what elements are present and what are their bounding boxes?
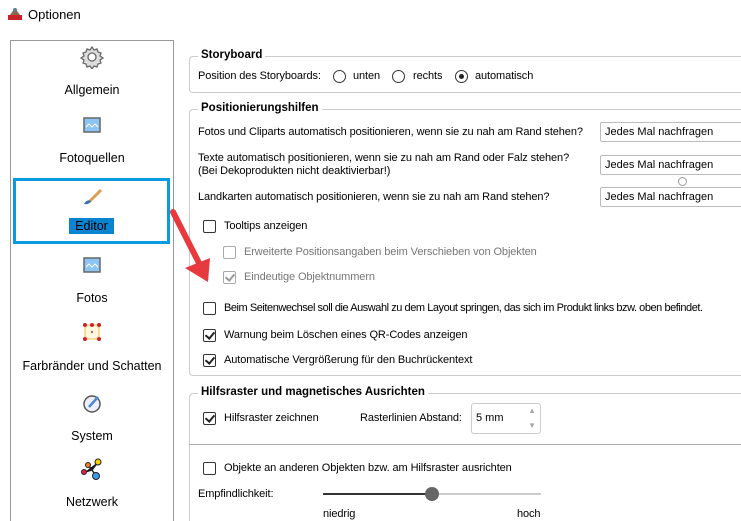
red-arrow-annotation — [170, 209, 210, 282]
cursor-indicator — [678, 177, 687, 186]
group-title: Storyboard — [198, 49, 266, 61]
eindeutige-objektnummern-checkbox[interactable] — [223, 271, 236, 284]
checkbox-label: Beim Seitenwechsel soll die Auswahl zu d… — [224, 302, 703, 314]
sidebar-item-system[interactable]: System — [11, 389, 173, 455]
slider-low-label: niedrig — [323, 508, 356, 520]
sensitivity-slider[interactable] — [323, 486, 541, 502]
checkbox-label: Eindeutige Objektnummern — [244, 271, 375, 283]
sidebar-item-label: Fotoquellen — [59, 151, 125, 165]
sidebar-item-editor[interactable]: Editor — [13, 178, 170, 244]
sidebar-item-label: Farbränder und Schatten — [22, 359, 162, 373]
landkarten-position-dropdown[interactable]: Jedes Mal nachfragen — [600, 187, 741, 207]
erweiterte-positionsangaben-checkbox[interactable] — [223, 246, 236, 259]
seitenwechsel-checkbox[interactable] — [203, 302, 216, 315]
slider-thumb[interactable] — [425, 487, 439, 501]
radio-label: automatisch — [475, 70, 534, 82]
buchruecken-checkbox[interactable] — [203, 354, 216, 367]
fotos-position-dropdown[interactable]: Jedes Mal nachfragen — [600, 122, 741, 142]
checkbox-label: Tooltips anzeigen — [224, 220, 308, 232]
checkbox-label: Objekte an anderen Objekten bzw. am Hilf… — [224, 462, 512, 474]
texte-position-dropdown[interactable]: Jedes Mal nachfragen — [600, 155, 741, 175]
group-title: Positionierungshilfen — [198, 102, 322, 114]
sidebar-item-netzwerk[interactable]: Netzwerk — [11, 455, 173, 521]
row-label: Landkarten automatisch positionieren, we… — [198, 191, 550, 203]
checkbox-label: Hilfsraster zeichnen — [224, 412, 319, 424]
spin-up-icon[interactable]: ▲ — [528, 406, 536, 415]
window-title: Optionen — [28, 7, 81, 22]
checkbox-label: Automatische Vergrößerung für den Buchrü… — [224, 354, 473, 366]
slider-high-label: hoch — [517, 508, 541, 520]
row-label: Fotos und Cliparts automatisch positioni… — [198, 126, 583, 138]
checkbox-label: Warnung beim Löschen eines QR-Codes anze… — [224, 329, 468, 341]
brush-icon — [81, 185, 105, 209]
row-label: Texte automatisch positionieren, wenn si… — [198, 152, 570, 164]
spacing-value: 5 mm — [476, 412, 504, 424]
radio-automatisch[interactable] — [455, 70, 468, 83]
storyboard-position-label: Position des Storyboards: — [198, 70, 321, 82]
slider-fill — [323, 493, 432, 495]
sidebar-item-label: Fotos — [76, 291, 108, 305]
sidebar-item-farbraender[interactable]: Farbränder und Schatten — [11, 319, 173, 385]
sidebar: Allgemein Fotoquellen Editor Fotos Farbr… — [10, 40, 174, 521]
checkbox-label: Erweiterte Positionsangaben beim Verschi… — [244, 246, 537, 258]
hilfsraster-checkbox[interactable] — [203, 412, 216, 425]
sidebar-item-label: Allgemein — [64, 83, 120, 97]
sidebar-item-label: Netzwerk — [65, 495, 119, 509]
objekte-ausrichten-checkbox[interactable] — [203, 462, 216, 475]
sidebar-item-fotoquellen[interactable]: Fotoquellen — [11, 111, 173, 177]
network-icon — [80, 457, 104, 481]
image-icon — [80, 113, 104, 137]
radio-unten[interactable] — [333, 70, 346, 83]
image-icon — [80, 253, 104, 277]
radio-label: unten — [353, 70, 381, 82]
group-title: Hilfsraster und magnetisches Ausrichten — [198, 386, 428, 398]
sidebar-item-fotos[interactable]: Fotos — [11, 251, 173, 317]
spacing-label: Rasterlinien Abstand: — [360, 412, 462, 424]
gear-icon — [79, 45, 105, 71]
sidebar-item-label: System — [71, 429, 113, 443]
app-icon — [7, 5, 23, 21]
radio-rechts[interactable] — [392, 70, 405, 83]
separator — [189, 444, 741, 445]
spin-down-icon[interactable]: ▼ — [528, 421, 536, 430]
sidebar-item-allgemein[interactable]: Allgemein — [11, 43, 173, 109]
sidebar-item-label: Editor — [16, 218, 167, 234]
spacing-spinbox[interactable]: 5 mm ▲ ▼ — [471, 403, 541, 434]
qr-warnung-checkbox[interactable] — [203, 329, 216, 342]
radio-label: rechts — [413, 70, 443, 82]
frame-icon — [80, 321, 104, 345]
sensitivity-label: Empfindlichkeit: — [198, 488, 274, 500]
system-icon — [80, 391, 104, 415]
row-note: (Bei Dekoprodukten nicht deaktivierbar!) — [198, 165, 391, 177]
